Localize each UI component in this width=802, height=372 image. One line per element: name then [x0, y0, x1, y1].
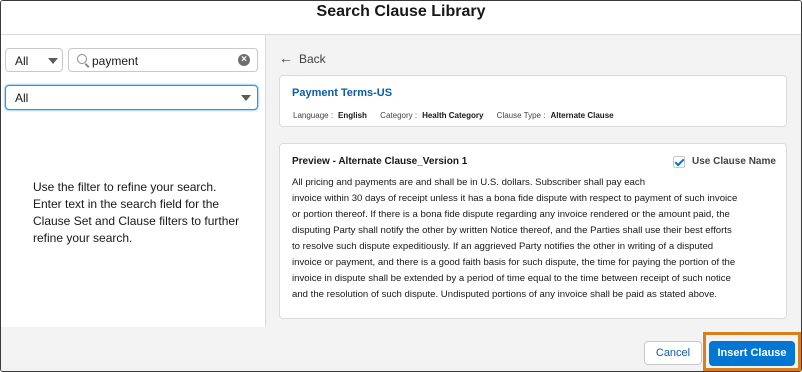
filter-hint: Use the filter to refine your search. En…	[33, 180, 240, 245]
search-icon	[77, 54, 87, 64]
dialog-header: Search Clause Library	[1, 1, 801, 33]
clause-line: to resolve such dispute expeditiously. I…	[292, 241, 714, 252]
clause-type-label: Clause Type :	[496, 111, 546, 120]
clause-line: disputing Party shall notify the other b…	[292, 225, 732, 236]
use-clause-name-label: Use Clause Name	[692, 156, 776, 167]
category-label: Category :	[380, 111, 418, 120]
clause-line: and the resolution of such dispute. Undi…	[292, 289, 718, 300]
insert-clause-button[interactable]: Insert Clause	[709, 341, 795, 366]
back-link[interactable]: ← Back	[279, 50, 326, 66]
clause-select[interactable]: All	[5, 85, 258, 110]
cancel-button[interactable]: Cancel	[644, 341, 702, 365]
clear-icon[interactable]: ×	[238, 54, 250, 66]
clause-line: or portion thereof. If there is a bona f…	[292, 209, 730, 220]
dialog-footer: Cancel Insert Clause	[1, 327, 801, 371]
chevron-down-icon	[241, 95, 251, 101]
search-input[interactable]: payment ×	[68, 48, 258, 72]
search-clause-library-dialog: Search Clause Library All payment × All …	[0, 0, 802, 372]
back-label: Back	[299, 52, 326, 66]
clause-select-value: All	[15, 91, 29, 105]
clause-set-select-value: All	[15, 54, 29, 68]
language-label: Language :	[293, 111, 334, 120]
clause-type-value: Alternate Clause	[550, 111, 614, 120]
use-clause-name-checkbox[interactable]	[673, 156, 685, 168]
clause-name-link[interactable]: Payment Terms-US	[292, 87, 392, 99]
clause-info-card: Payment Terms-US Language : English Categ…	[279, 75, 787, 127]
dialog-body: All payment × All Use the filter to refi…	[1, 34, 801, 328]
clause-set-select[interactable]: All	[5, 48, 63, 72]
clause-line: invoice in dispute shall be extended by …	[292, 273, 731, 284]
chevron-down-icon	[48, 58, 58, 64]
clause-meta: Language : English Category : Health Categ…	[293, 111, 625, 120]
filter-panel: All payment × All Use the filter to refi…	[1, 35, 266, 327]
clause-line: invoice or payment, and there is a good …	[292, 257, 736, 268]
search-input-value: payment	[92, 54, 139, 68]
clause-line: invoice within 30 days of receipt unless…	[292, 193, 738, 204]
language-value: English	[338, 111, 367, 120]
clause-preview-card: Preview - Alternate Clause_Version 1 Use…	[279, 143, 787, 319]
back-arrow-icon: ←	[279, 50, 293, 66]
dialog-title: Search Clause Library	[316, 3, 486, 20]
preview-title: Preview - Alternate Clause_Version 1	[292, 156, 468, 167]
clause-line: All pricing and payments are and shall b…	[292, 177, 646, 188]
category-value: Health Category	[422, 111, 484, 120]
clause-preview-text: All pricing and payments are and shall b…	[292, 175, 782, 303]
clause-detail-panel: ← Back Payment Terms-US Language : English…	[266, 35, 801, 327]
